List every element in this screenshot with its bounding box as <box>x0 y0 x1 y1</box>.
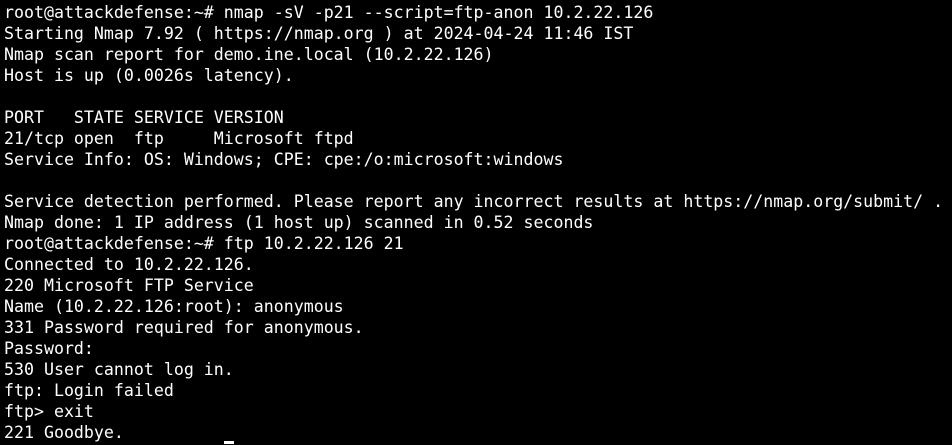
terminal-line-port-row: 21/tcp open ftp Microsoft ftpd <box>4 129 354 148</box>
terminal-line-ftp-exit: ftp> exit <box>4 402 94 421</box>
terminal-line-login-failed: ftp: Login failed <box>4 381 174 400</box>
terminal-line-password-prompt: Password: <box>4 339 94 358</box>
terminal-line-port-header: PORT STATE SERVICE VERSION <box>4 108 284 127</box>
terminal-line-scan-report: Nmap scan report for demo.ine.local (10.… <box>4 45 494 64</box>
terminal-line-nmap-command: root@attackdefense:~# nmap -sV -p21 --sc… <box>4 3 654 22</box>
terminal-line-ftp-banner: 220 Microsoft FTP Service <box>4 276 254 295</box>
terminal-line-goodbye: 221 Goodbye. <box>4 423 124 442</box>
terminal-line-login-error: 530 User cannot log in. <box>4 360 234 379</box>
terminal-line-password-required: 331 Password required for anonymous. <box>4 318 364 337</box>
terminal-line-connected: Connected to 10.2.22.126. <box>4 255 254 274</box>
terminal-line-name-prompt: Name (10.2.22.126:root): anonymous <box>4 297 344 316</box>
terminal-cursor <box>224 441 234 444</box>
terminal-line-nmap-done: Nmap done: 1 IP address (1 host up) scan… <box>4 213 594 232</box>
terminal-line-host-up: Host is up (0.0026s latency). <box>4 66 294 85</box>
terminal-line-ftp-command: root@attackdefense:~# ftp 10.2.22.126 21 <box>4 234 404 253</box>
terminal-line-nmap-start: Starting Nmap 7.92 ( https://nmap.org ) … <box>4 24 634 43</box>
terminal-line-detection-note: Service detection performed. Please repo… <box>4 192 944 211</box>
terminal-window[interactable]: root@attackdefense:~# nmap -sV -p21 --sc… <box>0 0 952 445</box>
terminal-line-service-info: Service Info: OS: Windows; CPE: cpe:/o:m… <box>4 150 564 169</box>
